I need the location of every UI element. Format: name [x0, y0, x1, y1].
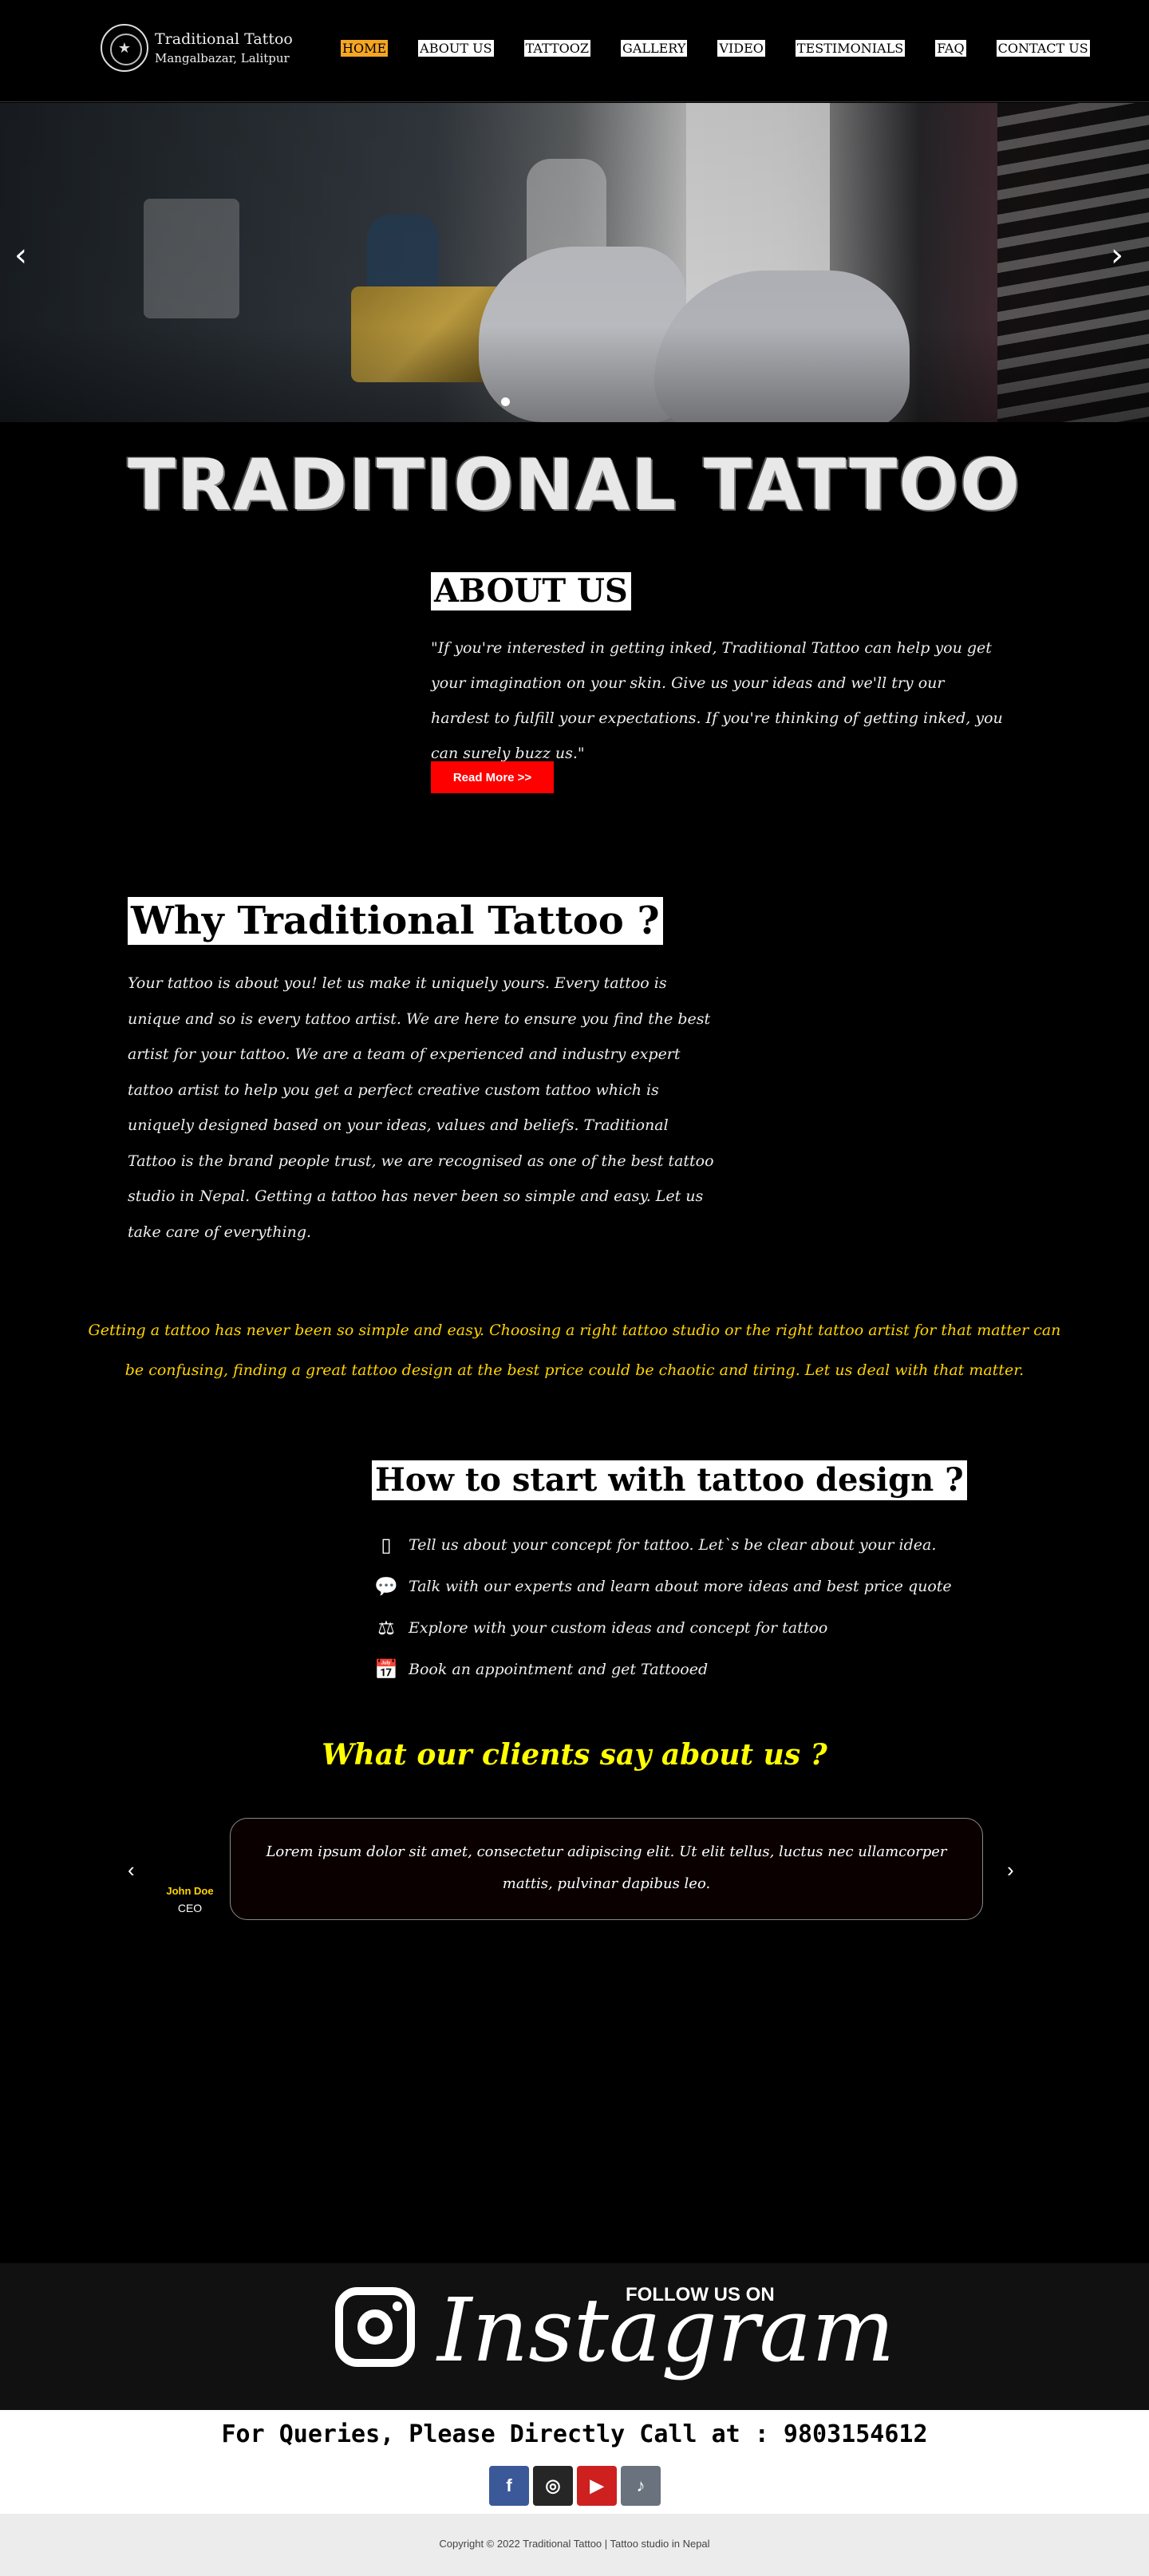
step-text: Explore with your custom ideas and conce… — [409, 1619, 828, 1637]
how-to-start-heading: How to start with tattoo design ? — [372, 1460, 967, 1500]
list-item: ⚖ Explore with your custom ideas and con… — [372, 1607, 952, 1649]
about-heading: ABOUT US — [431, 572, 631, 610]
tiktok-icon[interactable]: ♪ — [621, 2466, 661, 2506]
testimonial-prev-arrow-icon[interactable]: ‹ — [128, 1858, 135, 1883]
logo-title: Traditional Tattoo — [155, 30, 293, 48]
step-text: Book an appointment and get Tattooed — [409, 1661, 709, 1678]
instagram-icon[interactable]: ◎ — [533, 2466, 573, 2506]
why-heading: Why Traditional Tattoo ? — [128, 897, 663, 945]
youtube-icon[interactable]: ▶ — [577, 2466, 617, 2506]
testimonial-author-name: John Doe — [166, 1885, 214, 1897]
chat-bubble-icon: 💬 — [374, 1575, 398, 1598]
list-item: 📅 Book an appointment and get Tattooed — [372, 1649, 952, 1690]
slider-prev-arrow-icon[interactable]: ‹ — [14, 237, 27, 274]
contact-phone-text: For Queries, Please Directly Call at : 9… — [221, 2420, 928, 2448]
why-text: Your tattoo is about you! let us make it… — [128, 974, 714, 1241]
slider-dot[interactable] — [501, 397, 510, 406]
logo-location: Mangalbazar, Lalitpur — [155, 51, 290, 65]
nav-faq[interactable]: FAQ — [935, 40, 966, 57]
nav-home[interactable]: HOME — [341, 40, 389, 57]
facebook-icon[interactable]: f — [489, 2466, 529, 2506]
nav-about-us[interactable]: ABOUT US — [418, 40, 494, 57]
main-nav: HOME ABOUT US TATTOOZ GALLERY VIDEO TEST… — [341, 40, 1090, 57]
read-more-button[interactable]: Read More >> — [431, 761, 554, 793]
brand-title: TRADITIONAL TATTOO — [128, 444, 1021, 526]
slider-next-arrow-icon[interactable]: › — [1111, 237, 1123, 274]
steps-list: ▯ Tell us about your concept for tattoo.… — [372, 1524, 952, 1690]
list-item: ▯ Tell us about your concept for tattoo.… — [372, 1524, 952, 1566]
highlight-quote: Getting a tattoo has never been so simpl… — [88, 1322, 1061, 1379]
about-text: "If you're interested in getting inked, … — [431, 639, 1003, 762]
calendar-check-icon: 📅 — [374, 1658, 398, 1681]
follow-us-label: FOLLOW US ON — [626, 2284, 775, 2305]
nav-video[interactable]: VIDEO — [717, 40, 765, 57]
step-text: Tell us about your concept for tattoo. L… — [409, 1536, 937, 1554]
social-links: f ◎ ▶ ♪ — [489, 2466, 661, 2506]
instagram-logo-icon — [335, 2287, 415, 2367]
nav-testimonials[interactable]: TESTIMONIALS — [795, 40, 906, 57]
testimonial-next-arrow-icon[interactable]: › — [1007, 1858, 1014, 1883]
testimonial-author-role: CEO — [177, 1902, 203, 1914]
nav-gallery[interactable]: GALLERY — [621, 40, 688, 57]
testimonial-card: Lorem ipsum dolor sit amet, consectetur … — [230, 1818, 983, 1920]
step-text: Talk with our experts and learn about mo… — [409, 1578, 952, 1595]
balance-scale-icon: ⚖ — [377, 1617, 395, 1639]
hero-slider: ‹ › — [0, 103, 1149, 422]
nav-contact-us[interactable]: CONTACT US — [996, 40, 1090, 57]
testimonials-heading: What our clients say about us ? — [322, 1738, 827, 1772]
testimonial-author: John Doe CEO — [164, 1885, 216, 1914]
nav-tattooz[interactable]: TATTOOZ — [523, 40, 591, 57]
logo-emblem-icon — [101, 24, 148, 72]
list-item: 💬 Talk with our experts and learn about … — [372, 1566, 952, 1607]
copyright-text: Copyright © 2022 Traditional Tattoo | Ta… — [439, 2538, 710, 2550]
site-logo[interactable]: Traditional Tattoo Mangalbazar, Lalitpur — [101, 24, 293, 72]
site-header: Traditional Tattoo Mangalbazar, Lalitpur… — [0, 0, 1149, 102]
mobile-phone-icon: ▯ — [381, 1534, 392, 1556]
